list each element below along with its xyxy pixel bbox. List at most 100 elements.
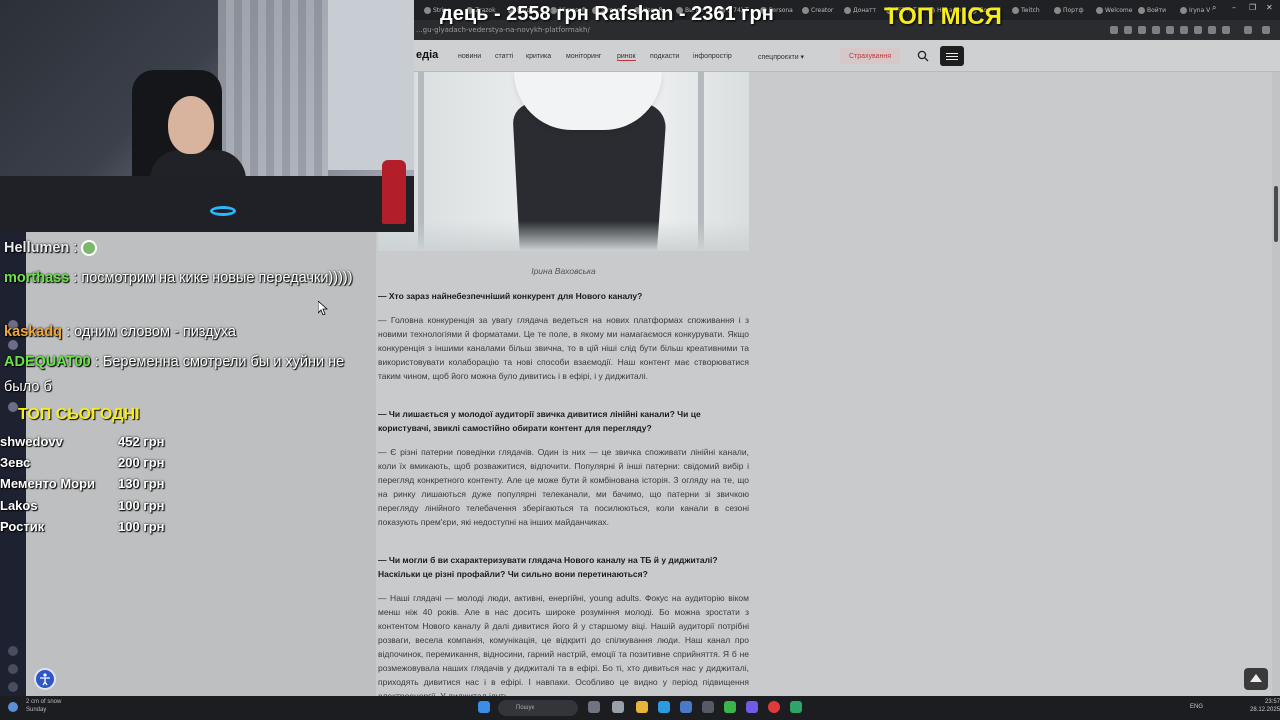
top-month-heading: ТОП МІСЯ <box>884 3 1002 30</box>
discord-icon[interactable] <box>746 701 758 713</box>
app-icon[interactable] <box>790 701 802 713</box>
app-icon[interactable] <box>702 701 714 713</box>
donor-amount: 100 грн <box>118 519 165 534</box>
settings-icon[interactable] <box>8 682 18 692</box>
tab-label: Welcome <box>1105 6 1133 14</box>
photo-caption: Ірина Ваховська <box>531 266 596 276</box>
extension-icon[interactable] <box>1180 26 1188 34</box>
donor-row: Lakos 100 грн <box>0 498 165 513</box>
heart-icon[interactable] <box>8 646 18 656</box>
browser-tab[interactable]: Welcome <box>1096 3 1134 17</box>
weather-icon[interactable] <box>8 702 18 712</box>
browser-tab[interactable]: Twitch <box>1012 3 1050 17</box>
donor-row: Ростик 100 грн <box>0 519 165 534</box>
chat-username: ADEQUAT00 <box>4 354 91 370</box>
tab-favicon-icon <box>1012 6 1019 14</box>
edge-icon[interactable] <box>658 701 670 713</box>
minimize-icon[interactable]: – <box>1232 3 1236 12</box>
donor-name: shwedovv <box>0 434 63 449</box>
task-view-icon[interactable] <box>612 701 624 713</box>
donor-name: Мементо Мори <box>0 476 96 491</box>
browser-tab[interactable]: Донатт <box>844 3 882 17</box>
opera-icon[interactable] <box>768 701 780 713</box>
donor-amount: 100 грн <box>118 498 165 513</box>
extension-icon[interactable] <box>1138 26 1146 34</box>
widgets-icon[interactable] <box>588 701 600 713</box>
scroll-to-top-button[interactable] <box>1244 668 1268 690</box>
hamburger-line <box>946 59 958 60</box>
nav-news[interactable]: новини <box>458 53 481 60</box>
nav-special-projects[interactable]: спецпроєкти ▾ <box>758 53 804 61</box>
clock-time: 23:57 <box>1265 699 1280 705</box>
tab-label: Донатт <box>853 6 876 14</box>
extension-icon[interactable] <box>1194 26 1202 34</box>
taskbar-search[interactable]: Пошук <box>498 700 578 716</box>
tab-label: Войти <box>1147 6 1167 14</box>
input-language[interactable]: ENG <box>1190 704 1203 710</box>
scrollbar-thumb[interactable] <box>1274 186 1278 242</box>
tab-label: Портф <box>1063 6 1084 14</box>
file-explorer-icon[interactable] <box>636 701 648 713</box>
search-tabs-icon[interactable]: ⌕ <box>1212 3 1216 13</box>
nav-monitoring[interactable]: моніторинг <box>566 53 601 60</box>
mouse-cursor-icon <box>318 301 328 315</box>
accessibility-button[interactable] <box>34 668 56 690</box>
nav-articles[interactable]: статті <box>495 53 513 60</box>
store-icon[interactable] <box>680 701 692 713</box>
extension-icon[interactable] <box>1208 26 1216 34</box>
nav-criticism[interactable]: критика <box>526 53 551 60</box>
tab-label: Twitch <box>1021 6 1040 14</box>
donor-amount: 452 грн <box>118 434 165 449</box>
tab-favicon-icon <box>844 6 851 14</box>
nav-infospace[interactable]: інфопростір <box>693 53 732 60</box>
soda-bottle <box>382 160 406 224</box>
site-logo[interactable]: едіа <box>416 49 438 61</box>
rgb-light <box>210 206 236 216</box>
search-icon[interactable] <box>917 50 929 62</box>
tab-label: Creator <box>811 6 834 14</box>
browser-tab[interactable]: Портф <box>1054 3 1092 17</box>
system-clock[interactable]: 23:57 28.12.2025 <box>1250 698 1280 714</box>
interview-question-3: — Чи могли б ви схарактеризувати глядача… <box>378 555 718 579</box>
accessibility-icon <box>40 673 50 686</box>
maximize-icon[interactable]: ❐ <box>1249 3 1256 12</box>
interview-question-1: — Хто зараз найнебезпечніший конкурент д… <box>378 291 643 301</box>
extension-icon[interactable] <box>1152 26 1160 34</box>
article-photo <box>378 72 749 251</box>
chat-message: ADEQUAT00 : Беременна смотрели бы и хуйн… <box>4 354 345 395</box>
insurance-button[interactable]: Страхування <box>840 48 900 64</box>
sidebar-icon[interactable] <box>8 402 18 412</box>
top-today-heading: ТОП СЬОГОДНІ <box>18 406 140 423</box>
hamburger-menu-button[interactable] <box>940 46 964 66</box>
nav-market[interactable]: ринок <box>617 53 636 61</box>
weather-day: Sunday <box>26 707 47 713</box>
extension-icon[interactable] <box>1222 26 1230 34</box>
extension-icon[interactable] <box>1166 26 1174 34</box>
streamer-head <box>168 96 214 154</box>
url-text[interactable]: ...gu-glyadach-vederstya-na-novykh-platf… <box>416 26 590 34</box>
extension-icon[interactable] <box>1110 26 1118 34</box>
webcam-feed <box>0 0 414 232</box>
tab-favicon-icon <box>802 6 809 14</box>
chat-message: Hellumen : <box>4 236 364 261</box>
nav-podcasts[interactable]: подкасти <box>650 53 679 60</box>
tab-favicon-icon <box>1096 6 1103 14</box>
browser-tab[interactable]: Войти <box>1138 3 1176 17</box>
interview-answer-1: — Головна конкуренція за увагу глядача в… <box>378 315 749 381</box>
donor-name: Ростик <box>0 519 45 534</box>
room-window <box>328 0 414 170</box>
clock-icon[interactable] <box>8 664 18 674</box>
page-scrollbar[interactable] <box>1272 72 1280 696</box>
app-icon[interactable] <box>724 701 736 713</box>
chat-username: kaskadq <box>4 324 63 340</box>
browser-menu-icon[interactable] <box>1262 26 1270 34</box>
extension-icon[interactable] <box>1124 26 1132 34</box>
weather-widget[interactable]: 2 cm of snow Sunday <box>26 698 61 714</box>
chat-message: morthass : посмотрим на кике новые перед… <box>4 270 353 286</box>
close-icon[interactable]: ✕ <box>1266 3 1273 12</box>
browser-tab[interactable]: Creator <box>802 3 840 17</box>
windows-start-icon[interactable] <box>478 701 490 713</box>
frog-emote-icon <box>81 240 98 257</box>
chat-text: посмотрим на кике новые передачки))))) <box>81 270 353 286</box>
profile-icon[interactable] <box>1244 26 1252 34</box>
